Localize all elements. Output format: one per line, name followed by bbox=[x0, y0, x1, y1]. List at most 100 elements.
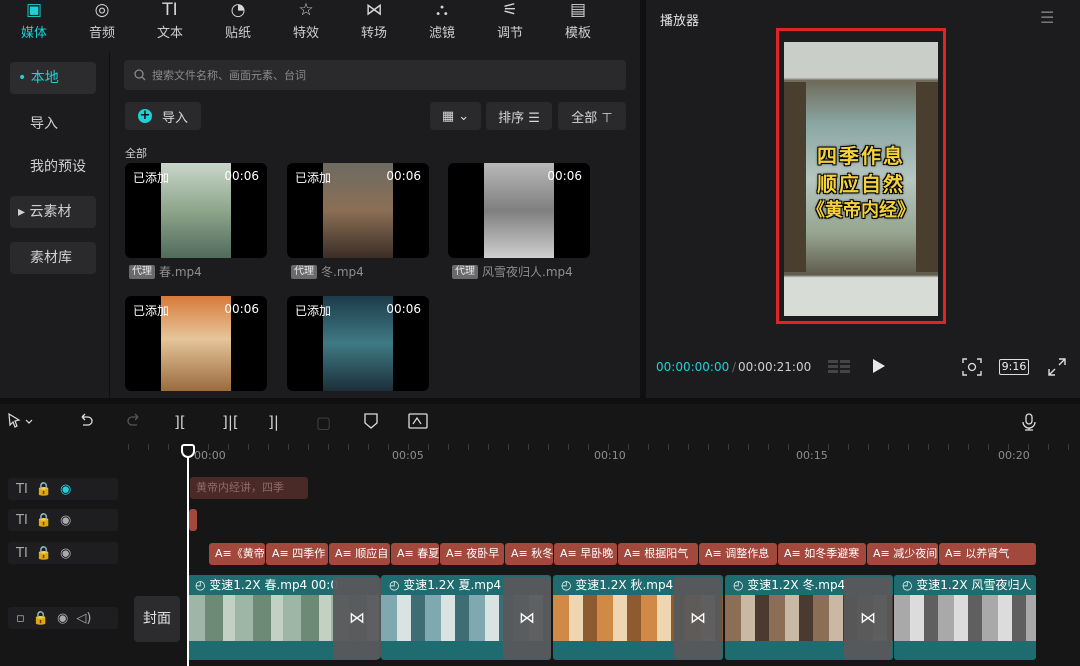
subtitle-clip[interactable]: A≡ 以养肾气 bbox=[939, 543, 1036, 565]
highlight-box bbox=[776, 28, 946, 324]
subtitle-clip[interactable]: A≡ 如冬季避寒 bbox=[778, 543, 866, 565]
sidebar-item-import[interactable]: 导入 bbox=[10, 108, 96, 140]
clip-header: ◴ 变速1.2X 风雪夜归人 bbox=[902, 578, 1032, 592]
tab-media[interactable]: ▣ 媒体 bbox=[0, 0, 68, 44]
undo-icon[interactable] bbox=[78, 413, 94, 433]
lock-icon[interactable]: 🔒 bbox=[36, 482, 52, 497]
lock-icon[interactable]: 🔒 bbox=[36, 546, 52, 561]
eye-icon[interactable]: ◉ bbox=[60, 513, 71, 528]
view-mode-button[interactable]: ▦ ⌄ bbox=[430, 102, 481, 130]
subtitle-clip[interactable]: A≡ 四季作 bbox=[266, 543, 328, 565]
marker-icon[interactable] bbox=[364, 413, 378, 433]
media-card[interactable]: 已添加 00:06 bbox=[125, 163, 267, 258]
subtitle-clip[interactable]: A≡ 早卧晚 bbox=[554, 543, 617, 565]
volume-icon[interactable]: ◁) bbox=[76, 611, 91, 626]
filter-icon: ⛬ bbox=[436, 0, 448, 20]
subtitle-clip[interactable]: A≡ 秋冬 bbox=[505, 543, 553, 565]
clip-speed: 变速1.2X bbox=[916, 578, 968, 592]
ruler-label: 00:20 bbox=[998, 449, 1030, 462]
tab-label: 转场 bbox=[360, 26, 387, 41]
clip-thumbnails bbox=[894, 595, 1036, 641]
text-clip[interactable]: 黄帝内经讲，四季 bbox=[190, 477, 308, 499]
media-card[interactable]: 00:06 bbox=[448, 163, 590, 258]
sidebar-item-local[interactable]: • 本地 bbox=[10, 62, 96, 94]
tab-audio[interactable]: ◎ 音频 bbox=[68, 0, 136, 44]
text-track-icon: TI bbox=[16, 545, 28, 561]
text-track-header: TI 🔒 ◉ bbox=[8, 542, 118, 564]
tab-adjust[interactable]: ⚟ 调节 bbox=[476, 0, 544, 44]
tab-template[interactable]: ▤ 模板 bbox=[544, 0, 612, 44]
media-card[interactable]: 已添加 00:06 bbox=[287, 296, 429, 391]
waveform-icon[interactable] bbox=[828, 358, 852, 376]
media-thumbnail bbox=[161, 163, 231, 258]
playhead-handle[interactable] bbox=[181, 444, 195, 458]
playhead[interactable] bbox=[187, 444, 189, 666]
redo-icon[interactable] bbox=[126, 413, 142, 433]
menu-icon[interactable]: ☰ bbox=[1040, 8, 1054, 27]
transition-marker[interactable]: ⋈ bbox=[333, 577, 381, 659]
filter-all-button[interactable]: 全部 ⊤ bbox=[558, 102, 626, 130]
duration-label: 00:06 bbox=[547, 169, 582, 183]
ruler-label: 00:10 bbox=[594, 449, 626, 462]
text-clip[interactable] bbox=[189, 509, 197, 531]
tab-label: 文本 bbox=[156, 26, 183, 41]
transition-marker[interactable]: ⋈ bbox=[844, 577, 892, 659]
subtitle-clip[interactable]: A≡ 根据阳气 bbox=[618, 543, 698, 565]
tab-filter[interactable]: ⛬ 滤镜 bbox=[408, 0, 476, 44]
split-right-icon[interactable]: ]| bbox=[268, 413, 279, 431]
lock-icon[interactable]: 🔒 bbox=[36, 513, 52, 528]
zoom-fit-icon[interactable] bbox=[962, 358, 982, 380]
tab-transition[interactable]: ⋈ 转场 bbox=[340, 0, 408, 44]
select-tool-icon[interactable] bbox=[8, 412, 36, 433]
added-badge: 已添加 bbox=[133, 304, 170, 318]
subtitle-clip[interactable]: A≡ 春夏 bbox=[391, 543, 439, 565]
sticker-icon: ◔ bbox=[230, 0, 246, 20]
split-icon[interactable]: ][ bbox=[174, 413, 186, 431]
search-input[interactable] bbox=[152, 68, 612, 82]
microphone-icon[interactable] bbox=[1022, 413, 1036, 435]
eye-icon[interactable]: ◉ bbox=[60, 546, 71, 561]
cover-button[interactable]: 封面 bbox=[134, 596, 180, 642]
eye-icon[interactable]: ◉ bbox=[60, 482, 71, 497]
sidebar-item-cloud[interactable]: ▸ 云素材 bbox=[10, 196, 96, 228]
transition-marker[interactable]: ⋈ bbox=[503, 577, 551, 659]
sidebar-item-library[interactable]: 素材库 bbox=[10, 242, 96, 274]
split-left-icon[interactable]: ]|[ bbox=[222, 413, 239, 431]
proxy-badge: 代理 bbox=[452, 264, 478, 279]
sidebar-item-my-presets[interactable]: 我的预设 bbox=[10, 151, 96, 183]
media-name: 春.mp4 bbox=[159, 265, 202, 279]
transition-marker[interactable]: ⋈ bbox=[674, 577, 722, 659]
video-clip[interactable]: ◴ 变速1.2X 风雪夜归人 bbox=[894, 575, 1036, 660]
audio-icon: ◎ bbox=[94, 0, 110, 20]
tab-sticker[interactable]: ◔ 贴纸 bbox=[204, 0, 272, 44]
subtitle-clip[interactable]: A≡ 调整作息 bbox=[699, 543, 777, 565]
ratio-button[interactable]: 9:16 bbox=[999, 359, 1029, 375]
fullscreen-icon[interactable] bbox=[1048, 358, 1066, 380]
sort-button[interactable]: 排序 ☰ bbox=[486, 102, 552, 130]
media-card[interactable]: 已添加 00:06 bbox=[287, 163, 429, 258]
current-time: 00:00:00:00 bbox=[656, 360, 730, 374]
auto-caption-icon[interactable] bbox=[408, 413, 430, 435]
tab-text[interactable]: TI 文本 bbox=[136, 0, 204, 44]
play-button[interactable] bbox=[872, 358, 886, 378]
plus-icon: + bbox=[137, 108, 152, 123]
search-box[interactable] bbox=[124, 60, 626, 90]
eye-icon[interactable]: ◉ bbox=[57, 611, 68, 626]
clip-name: 秋.mp4 bbox=[630, 578, 674, 592]
duration-label: 00:06 bbox=[386, 302, 421, 316]
import-button[interactable]: + 导入 bbox=[125, 102, 201, 130]
delete-icon[interactable]: ▢ bbox=[316, 413, 331, 432]
ruler-label: 00:05 bbox=[392, 449, 424, 462]
media-card[interactable]: 已添加 00:06 bbox=[125, 296, 267, 391]
text-track-icon: TI bbox=[16, 512, 28, 528]
tab-label: 滤镜 bbox=[428, 26, 455, 41]
template-icon: ▤ bbox=[569, 0, 587, 20]
subtitle-clip[interactable]: A≡《黄帝 bbox=[209, 543, 265, 565]
tab-effects[interactable]: ☆ 特效 bbox=[272, 0, 340, 44]
clip-name: 冬.mp4 bbox=[802, 578, 846, 592]
lock-icon[interactable]: 🔒 bbox=[33, 611, 49, 626]
subtitle-clip[interactable]: A≡ 夜卧早 bbox=[440, 543, 504, 565]
subtitle-clip[interactable]: A≡ 顺应自 bbox=[329, 543, 390, 565]
subtitle-clip[interactable]: A≡ 减少夜间 bbox=[867, 543, 938, 565]
clip-name: 夏.mp4 bbox=[458, 578, 502, 592]
